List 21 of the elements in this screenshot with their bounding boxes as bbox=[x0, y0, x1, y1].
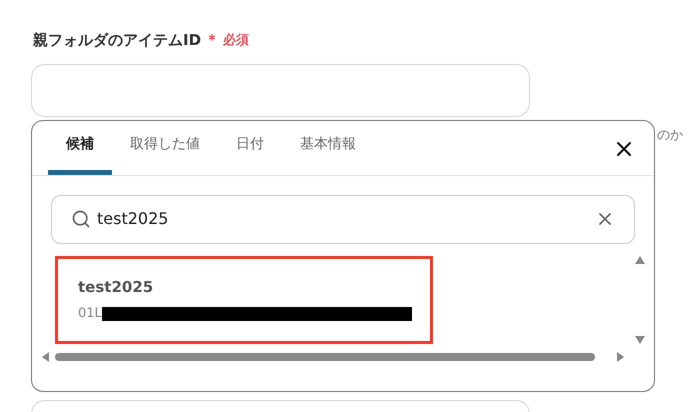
scroll-left-icon[interactable] bbox=[42, 352, 49, 362]
required-mark: ＊ bbox=[205, 30, 220, 50]
tab[interactable]: 基本情報 bbox=[282, 120, 374, 174]
tab[interactable]: 日付 bbox=[218, 120, 282, 174]
tab[interactable]: 取得した値 bbox=[112, 120, 218, 174]
result-item[interactable]: test2025 01L bbox=[55, 256, 433, 344]
scroll-up-icon[interactable] bbox=[635, 256, 645, 264]
input-field[interactable] bbox=[31, 64, 530, 116]
search-field[interactable]: test2025 bbox=[51, 194, 635, 244]
required-text: 必須 bbox=[223, 32, 250, 50]
side-text: のか bbox=[657, 126, 683, 144]
result-id: 01L bbox=[78, 305, 102, 323]
result-title: test2025 bbox=[78, 276, 154, 298]
field-label: 親フォルダのアイテムID bbox=[33, 30, 202, 51]
tab[interactable]: 候補 bbox=[48, 120, 112, 174]
search-icon bbox=[71, 209, 91, 229]
scroll-right-icon[interactable] bbox=[617, 352, 624, 362]
scroll-down-icon[interactable] bbox=[635, 336, 645, 344]
search-input[interactable]: test2025 bbox=[97, 207, 589, 231]
vertical-scrollbar[interactable] bbox=[634, 256, 646, 344]
scrollbar-thumb[interactable] bbox=[55, 352, 595, 360]
